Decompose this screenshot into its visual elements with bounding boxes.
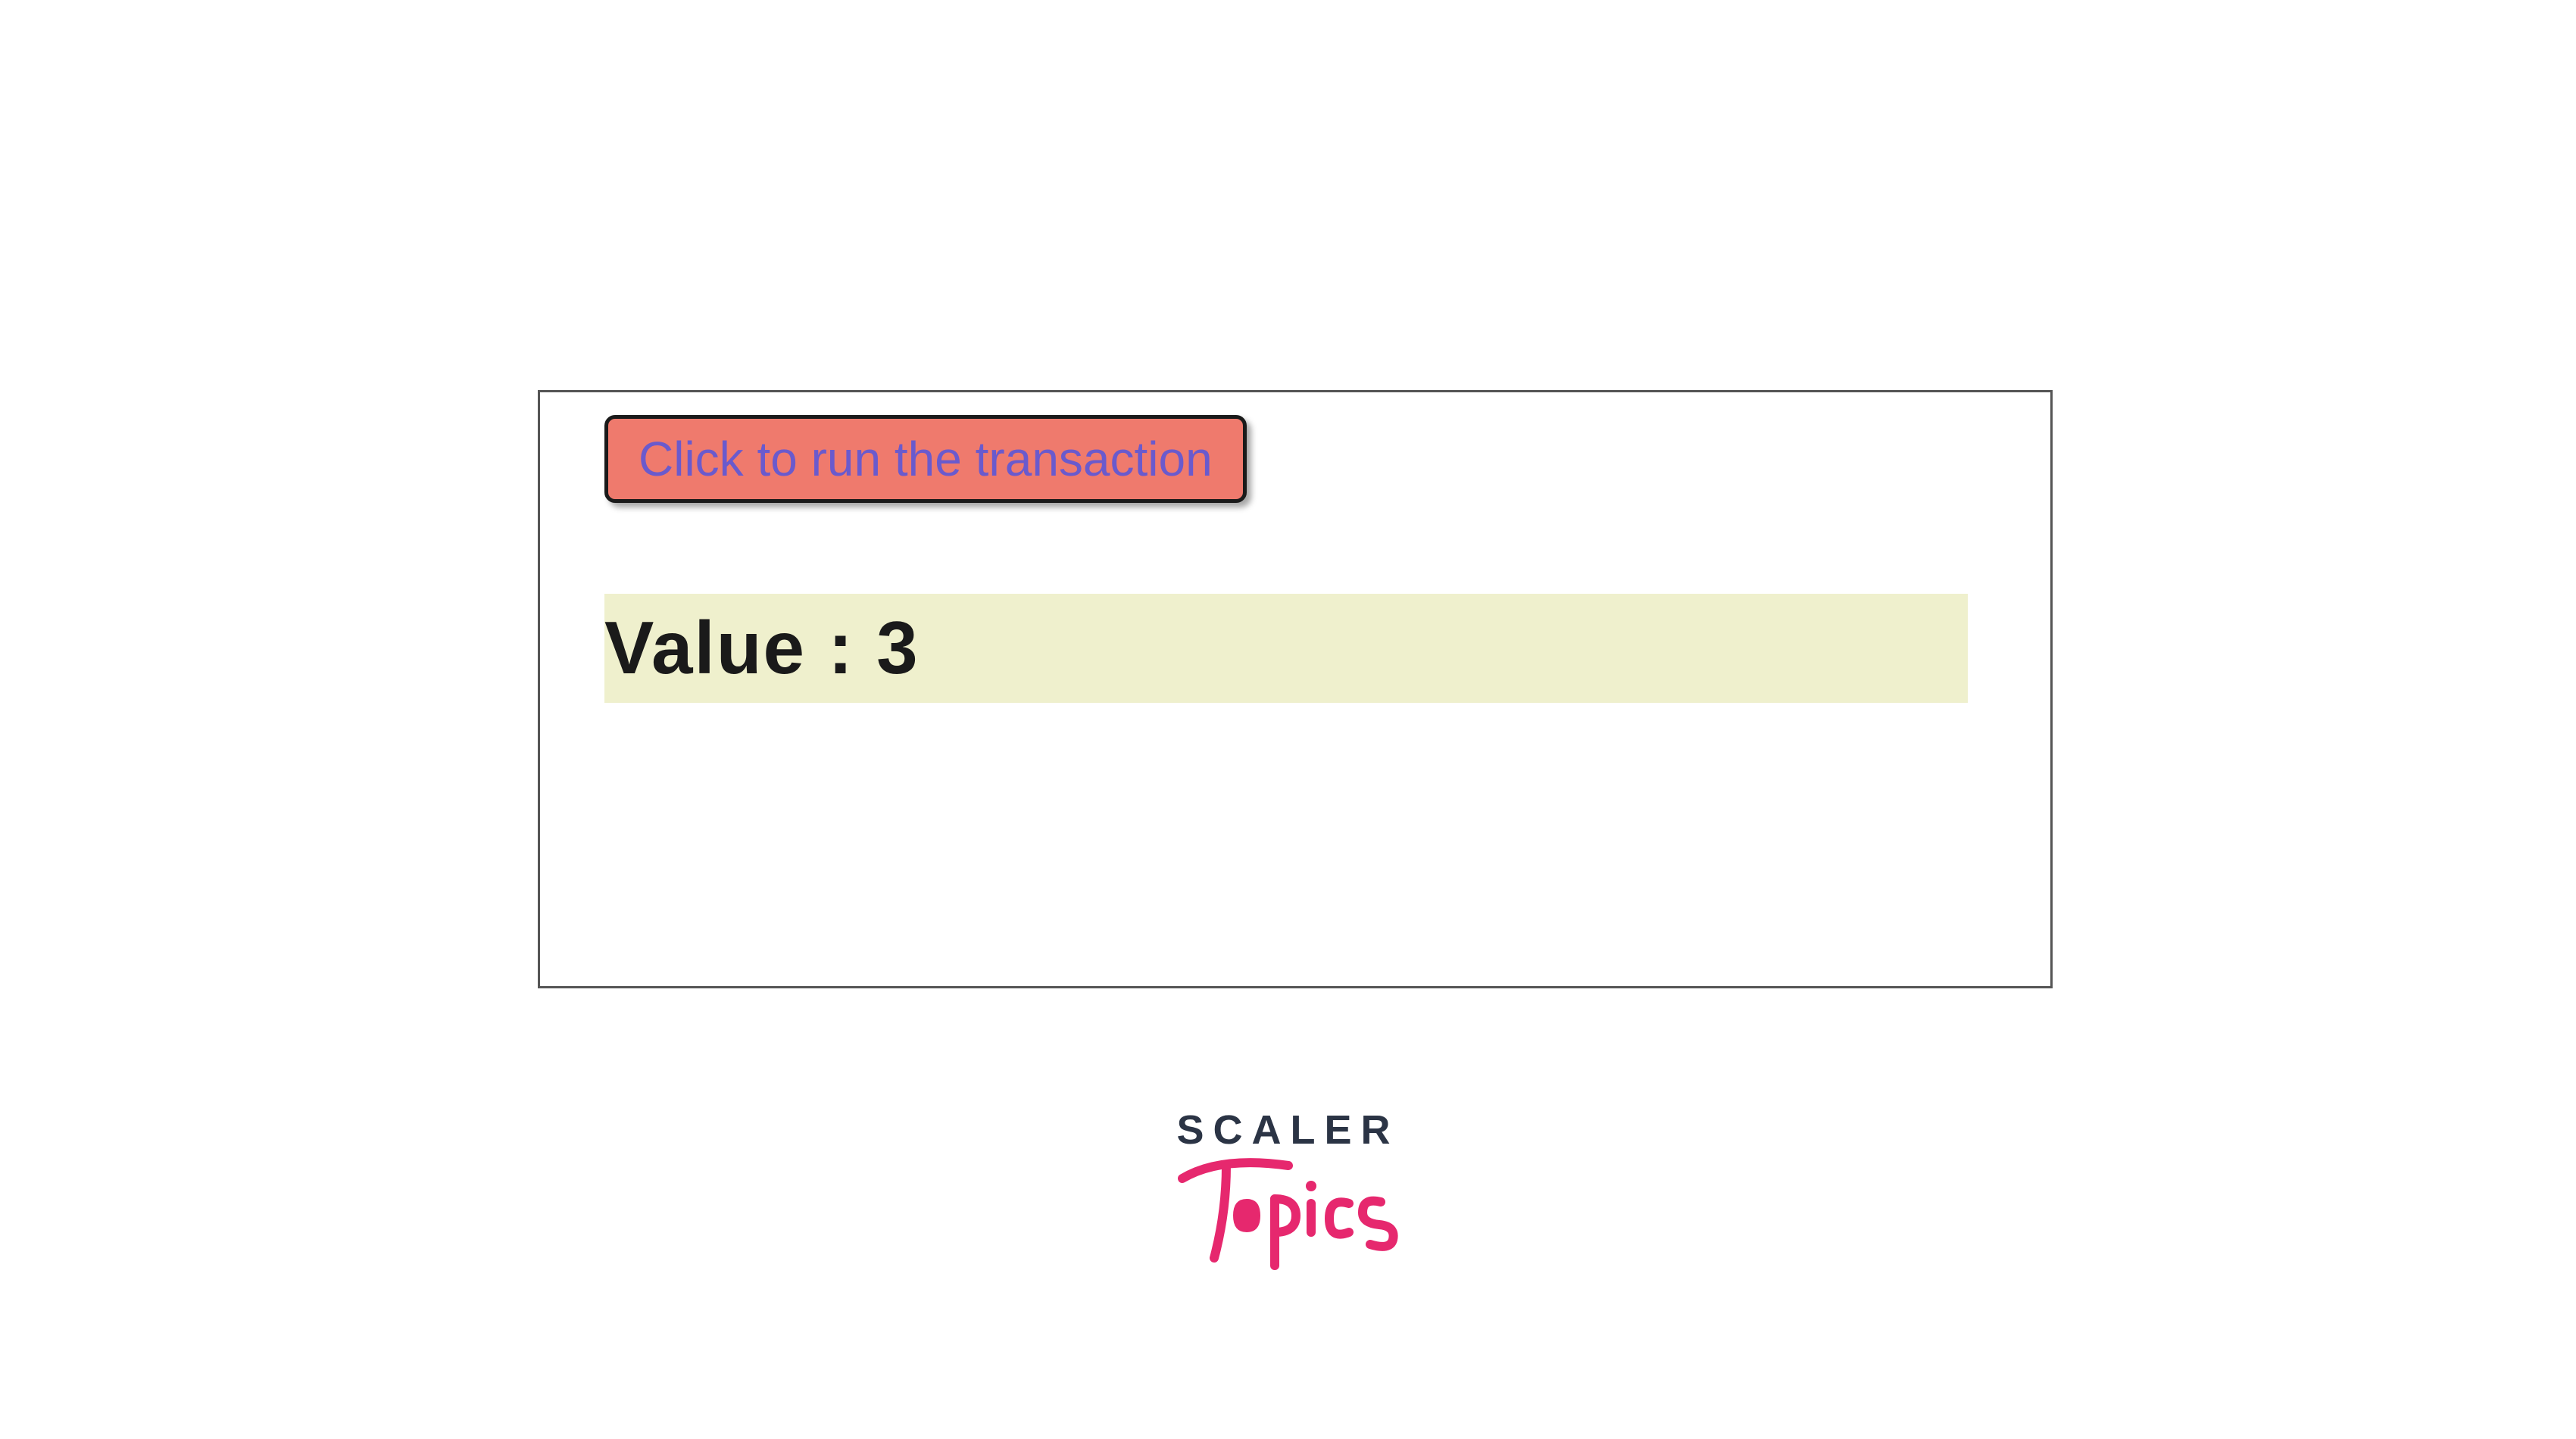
value-display: Value : 3: [604, 594, 1968, 703]
run-transaction-button[interactable]: Click to run the transaction: [604, 415, 1247, 503]
logo-scaler-text: SCALER: [1137, 1110, 1440, 1150]
value-text: Value : 3: [604, 606, 920, 689]
logo-topics-script: [1175, 1144, 1402, 1273]
demo-panel: Click to run the transaction Value : 3: [538, 390, 2053, 988]
scaler-topics-logo: SCALER: [1137, 1110, 1440, 1273]
